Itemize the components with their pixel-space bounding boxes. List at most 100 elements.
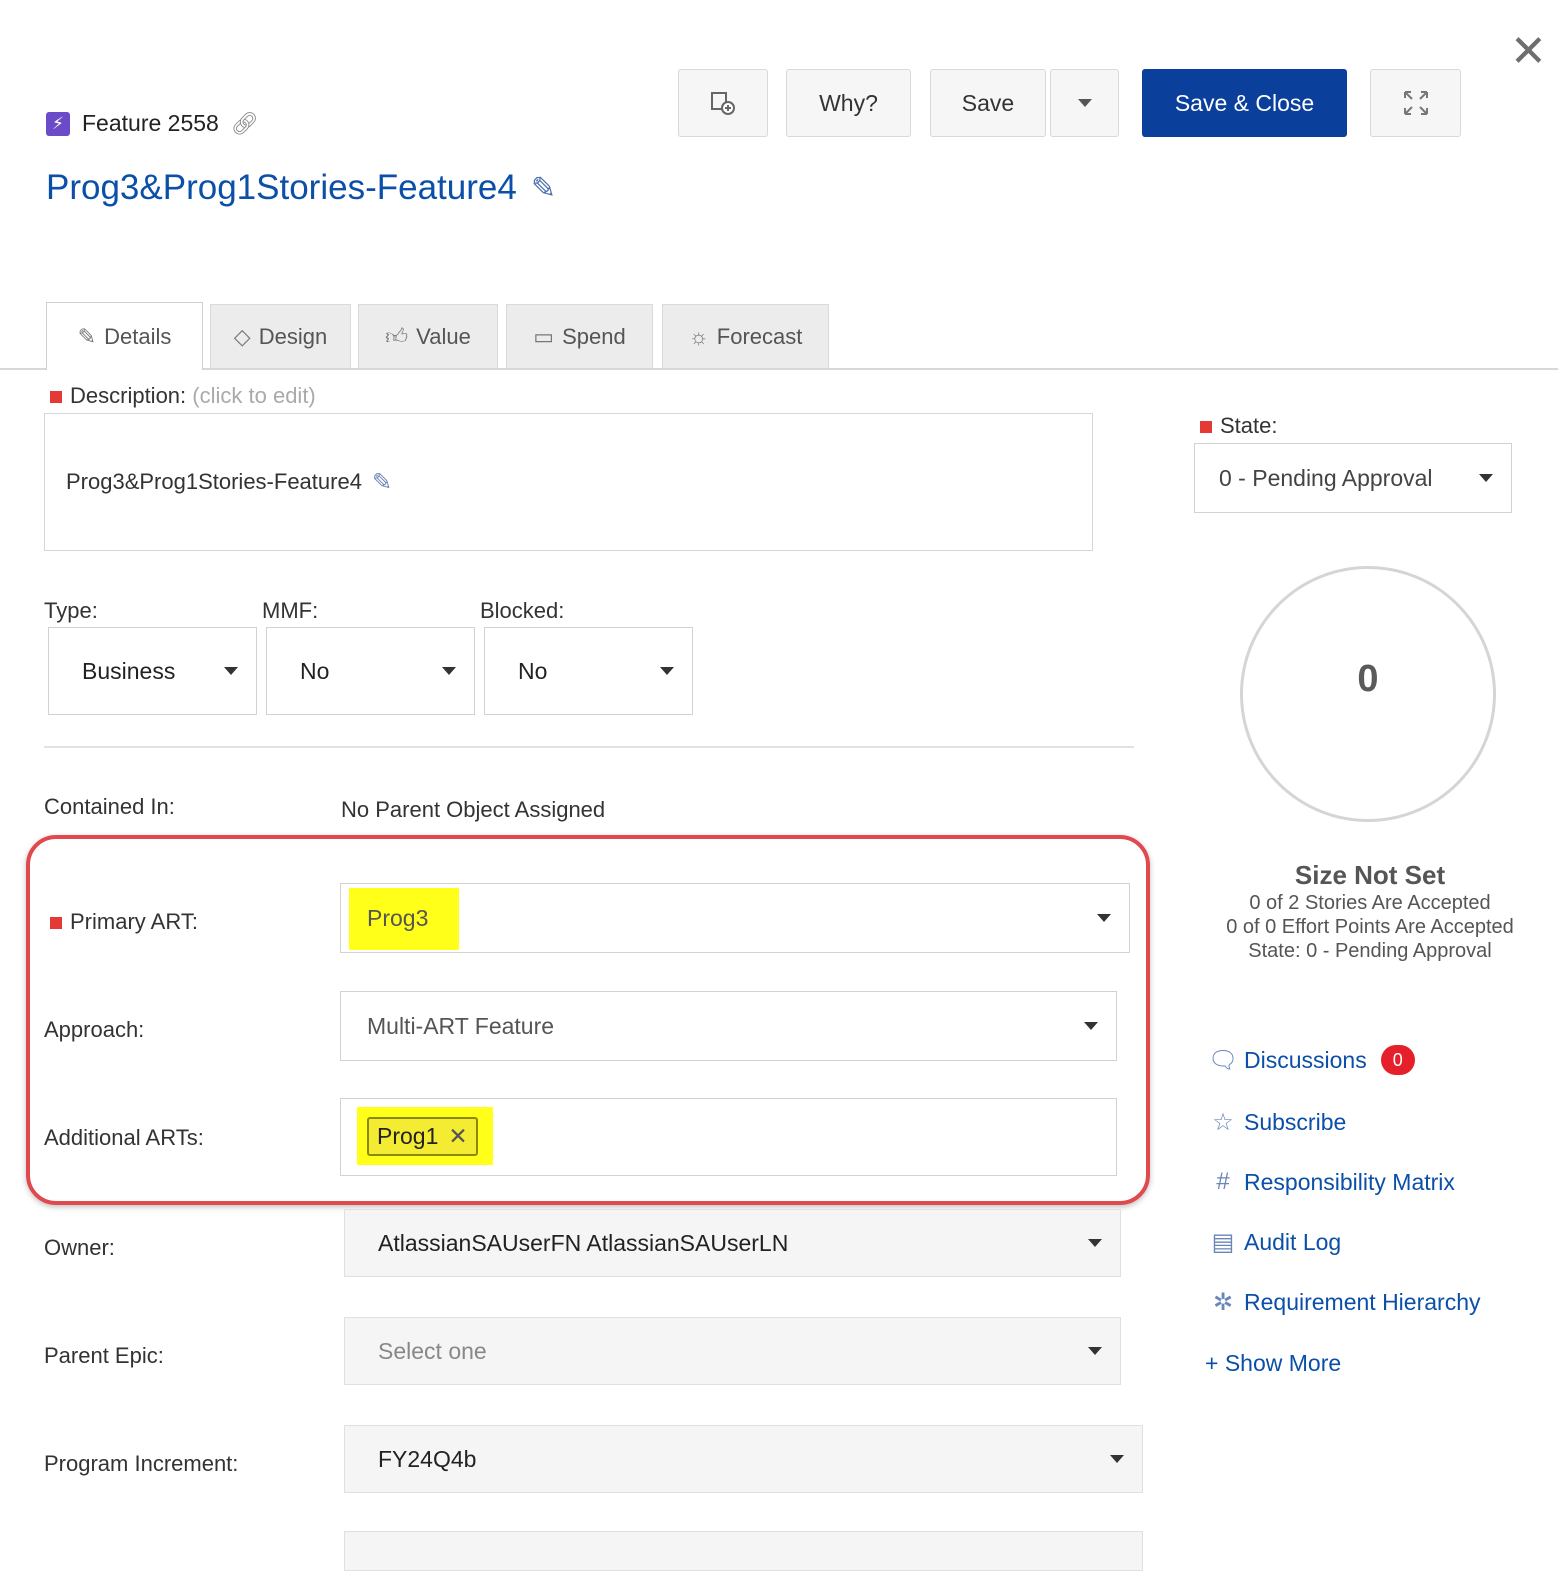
save-close-button[interactable]: Save & Close [1142, 69, 1347, 137]
tab-forecast[interactable]: ☼ Forecast [662, 304, 829, 368]
feature-type-icon: ⚡ [46, 111, 70, 136]
approach-label: Approach: [44, 1017, 145, 1042]
size-title: Size Not Set [1294, 860, 1446, 890]
chevron-down-icon [224, 667, 238, 675]
owner-value: AtlassianSAUserFN AtlassianSAUserLN [378, 1229, 789, 1256]
requirement-hierarchy-label: Requirement Hierarchy [1244, 1289, 1481, 1315]
chevron-down-icon [1088, 1347, 1102, 1355]
state-label-text: State: [1220, 413, 1278, 438]
tab-label: Forecast [716, 323, 803, 349]
primary-art-label: Primary ART: [50, 909, 198, 935]
tab-label: Details [104, 323, 172, 349]
primary-art-label-text: Primary ART: [70, 909, 198, 934]
progress-circle: 0 [1240, 566, 1496, 822]
primary-art-value: Prog3 [367, 904, 429, 931]
blocked-value: No [518, 657, 548, 684]
document-icon: ▤ [1211, 1229, 1235, 1256]
parent-epic-select[interactable]: Select one [344, 1317, 1121, 1385]
tab-design[interactable]: ◇ Design [210, 304, 351, 368]
subscribe-label: Subscribe [1244, 1109, 1347, 1135]
tab-label: Spend [562, 323, 626, 349]
edit-title-icon[interactable]: ✎ [531, 171, 556, 206]
state-summary: State: 0 - Pending Approval [1248, 940, 1492, 962]
tab-label: Design [258, 323, 328, 349]
owner-label: Owner: [44, 1235, 115, 1260]
show-more-link[interactable]: + Show More [1205, 1350, 1341, 1377]
copy-icon [711, 92, 735, 115]
save-options-dropdown[interactable] [1050, 69, 1119, 137]
parent-epic-placeholder: Select one [378, 1337, 487, 1364]
mmf-select[interactable]: No [266, 627, 475, 715]
diamond-icon: ◇ [233, 323, 251, 349]
star-icon: ☆ [1212, 1109, 1234, 1136]
type-label: Type: [44, 598, 98, 623]
chevron-down-icon [1110, 1455, 1124, 1463]
hierarchy-icon: ✲ [1212, 1289, 1234, 1316]
why-button[interactable]: Why? [786, 69, 911, 137]
requirement-hierarchy-link[interactable]: ✲ Requirement Hierarchy [1208, 1288, 1481, 1317]
thumbs-up-icon: 👍︎ [385, 324, 409, 349]
close-button[interactable]: ✕ [1510, 30, 1547, 74]
responsibility-matrix-label: Responsibility Matrix [1244, 1168, 1455, 1195]
chevron-down-icon [1077, 99, 1092, 107]
remove-chip-icon[interactable]: ✕ [448, 1123, 467, 1150]
expand-button[interactable] [1370, 69, 1461, 137]
owner-select[interactable]: AtlassianSAUserFN AtlassianSAUserLN [344, 1209, 1121, 1277]
responsibility-matrix-link[interactable]: # Responsibility Matrix [1208, 1168, 1455, 1196]
additional-arts-label: Additional ARTs: [44, 1125, 204, 1150]
description-label-text: Description: [70, 383, 187, 408]
mmf-label: MMF: [262, 598, 319, 623]
tab-label: Value [416, 323, 471, 349]
chevron-down-icon [660, 667, 674, 675]
title-text: Prog3&Prog1Stories-Feature4 [46, 168, 517, 207]
expand-icon [1403, 91, 1428, 115]
art-chip-label: Prog1 [377, 1123, 439, 1149]
description-text: Prog3&Prog1Stories-Feature4 [66, 469, 362, 494]
partial-select[interactable] [344, 1531, 1143, 1571]
show-more-label: + Show More [1205, 1350, 1342, 1376]
discussions-icon: 🗨︎ [1208, 1046, 1239, 1074]
link-icon[interactable]: 🔗︎ [231, 111, 259, 137]
required-marker [1200, 421, 1212, 434]
primary-art-select[interactable]: Prog3 [340, 883, 1130, 953]
progress-value: 0 [1357, 657, 1379, 700]
chevron-down-icon [1479, 474, 1493, 482]
section-divider [44, 746, 1134, 748]
pencil-icon: ✎ [77, 323, 97, 349]
type-value: Business [82, 657, 176, 684]
mmf-value: No [300, 657, 330, 684]
tabs-divider [0, 368, 1558, 370]
chevron-down-icon [1084, 1022, 1098, 1030]
description-field[interactable]: Prog3&Prog1Stories-Feature4 ✎ [44, 413, 1093, 551]
chevron-down-icon [1088, 1239, 1102, 1247]
save-button[interactable]: Save [930, 69, 1046, 137]
tab-value[interactable]: 👍︎ Value [358, 304, 498, 368]
effort-points-accepted: 0 of 0 Effort Points Are Accepted [1226, 916, 1514, 938]
required-marker [50, 391, 62, 404]
program-increment-label: Program Increment: [44, 1451, 239, 1476]
approach-select[interactable]: Multi-ART Feature [340, 991, 1117, 1061]
program-increment-select[interactable]: FY24Q4b [344, 1425, 1143, 1493]
discussions-link[interactable]: 🗨︎ Discussions 0 [1208, 1045, 1415, 1075]
additional-arts-field[interactable]: Prog1 ✕ [340, 1098, 1117, 1176]
audit-log-label: Audit Log [1244, 1229, 1342, 1255]
approach-value: Multi-ART Feature [367, 1012, 555, 1039]
edit-description-icon[interactable]: ✎ [372, 468, 392, 497]
contained-in-label: Contained In: [44, 794, 175, 819]
type-select[interactable]: Business [48, 627, 257, 715]
copy-link-button[interactable] [678, 69, 768, 137]
blocked-select[interactable]: No [484, 627, 693, 715]
page-title: Prog3&Prog1Stories-Feature4 ✎ [46, 168, 556, 208]
state-select[interactable]: 0 - Pending Approval [1194, 443, 1512, 513]
art-chip[interactable]: Prog1 ✕ [367, 1117, 478, 1156]
subscribe-link[interactable]: ☆ Subscribe [1208, 1108, 1346, 1137]
tab-details[interactable]: ✎ Details [46, 302, 203, 370]
audit-log-link[interactable]: ▤ Audit Log [1208, 1228, 1342, 1257]
description-label: Description: (click to edit) [50, 383, 316, 409]
parent-epic-label: Parent Epic: [44, 1343, 164, 1368]
state-value: 0 - Pending Approval [1219, 464, 1433, 491]
tab-spend[interactable]: ▭ Spend [506, 304, 653, 368]
description-hint[interactable]: (click to edit) [192, 383, 315, 408]
feature-id-row: ⚡ Feature 2558 🔗︎ [46, 110, 259, 137]
contained-in-value: No Parent Object Assigned [341, 797, 606, 822]
